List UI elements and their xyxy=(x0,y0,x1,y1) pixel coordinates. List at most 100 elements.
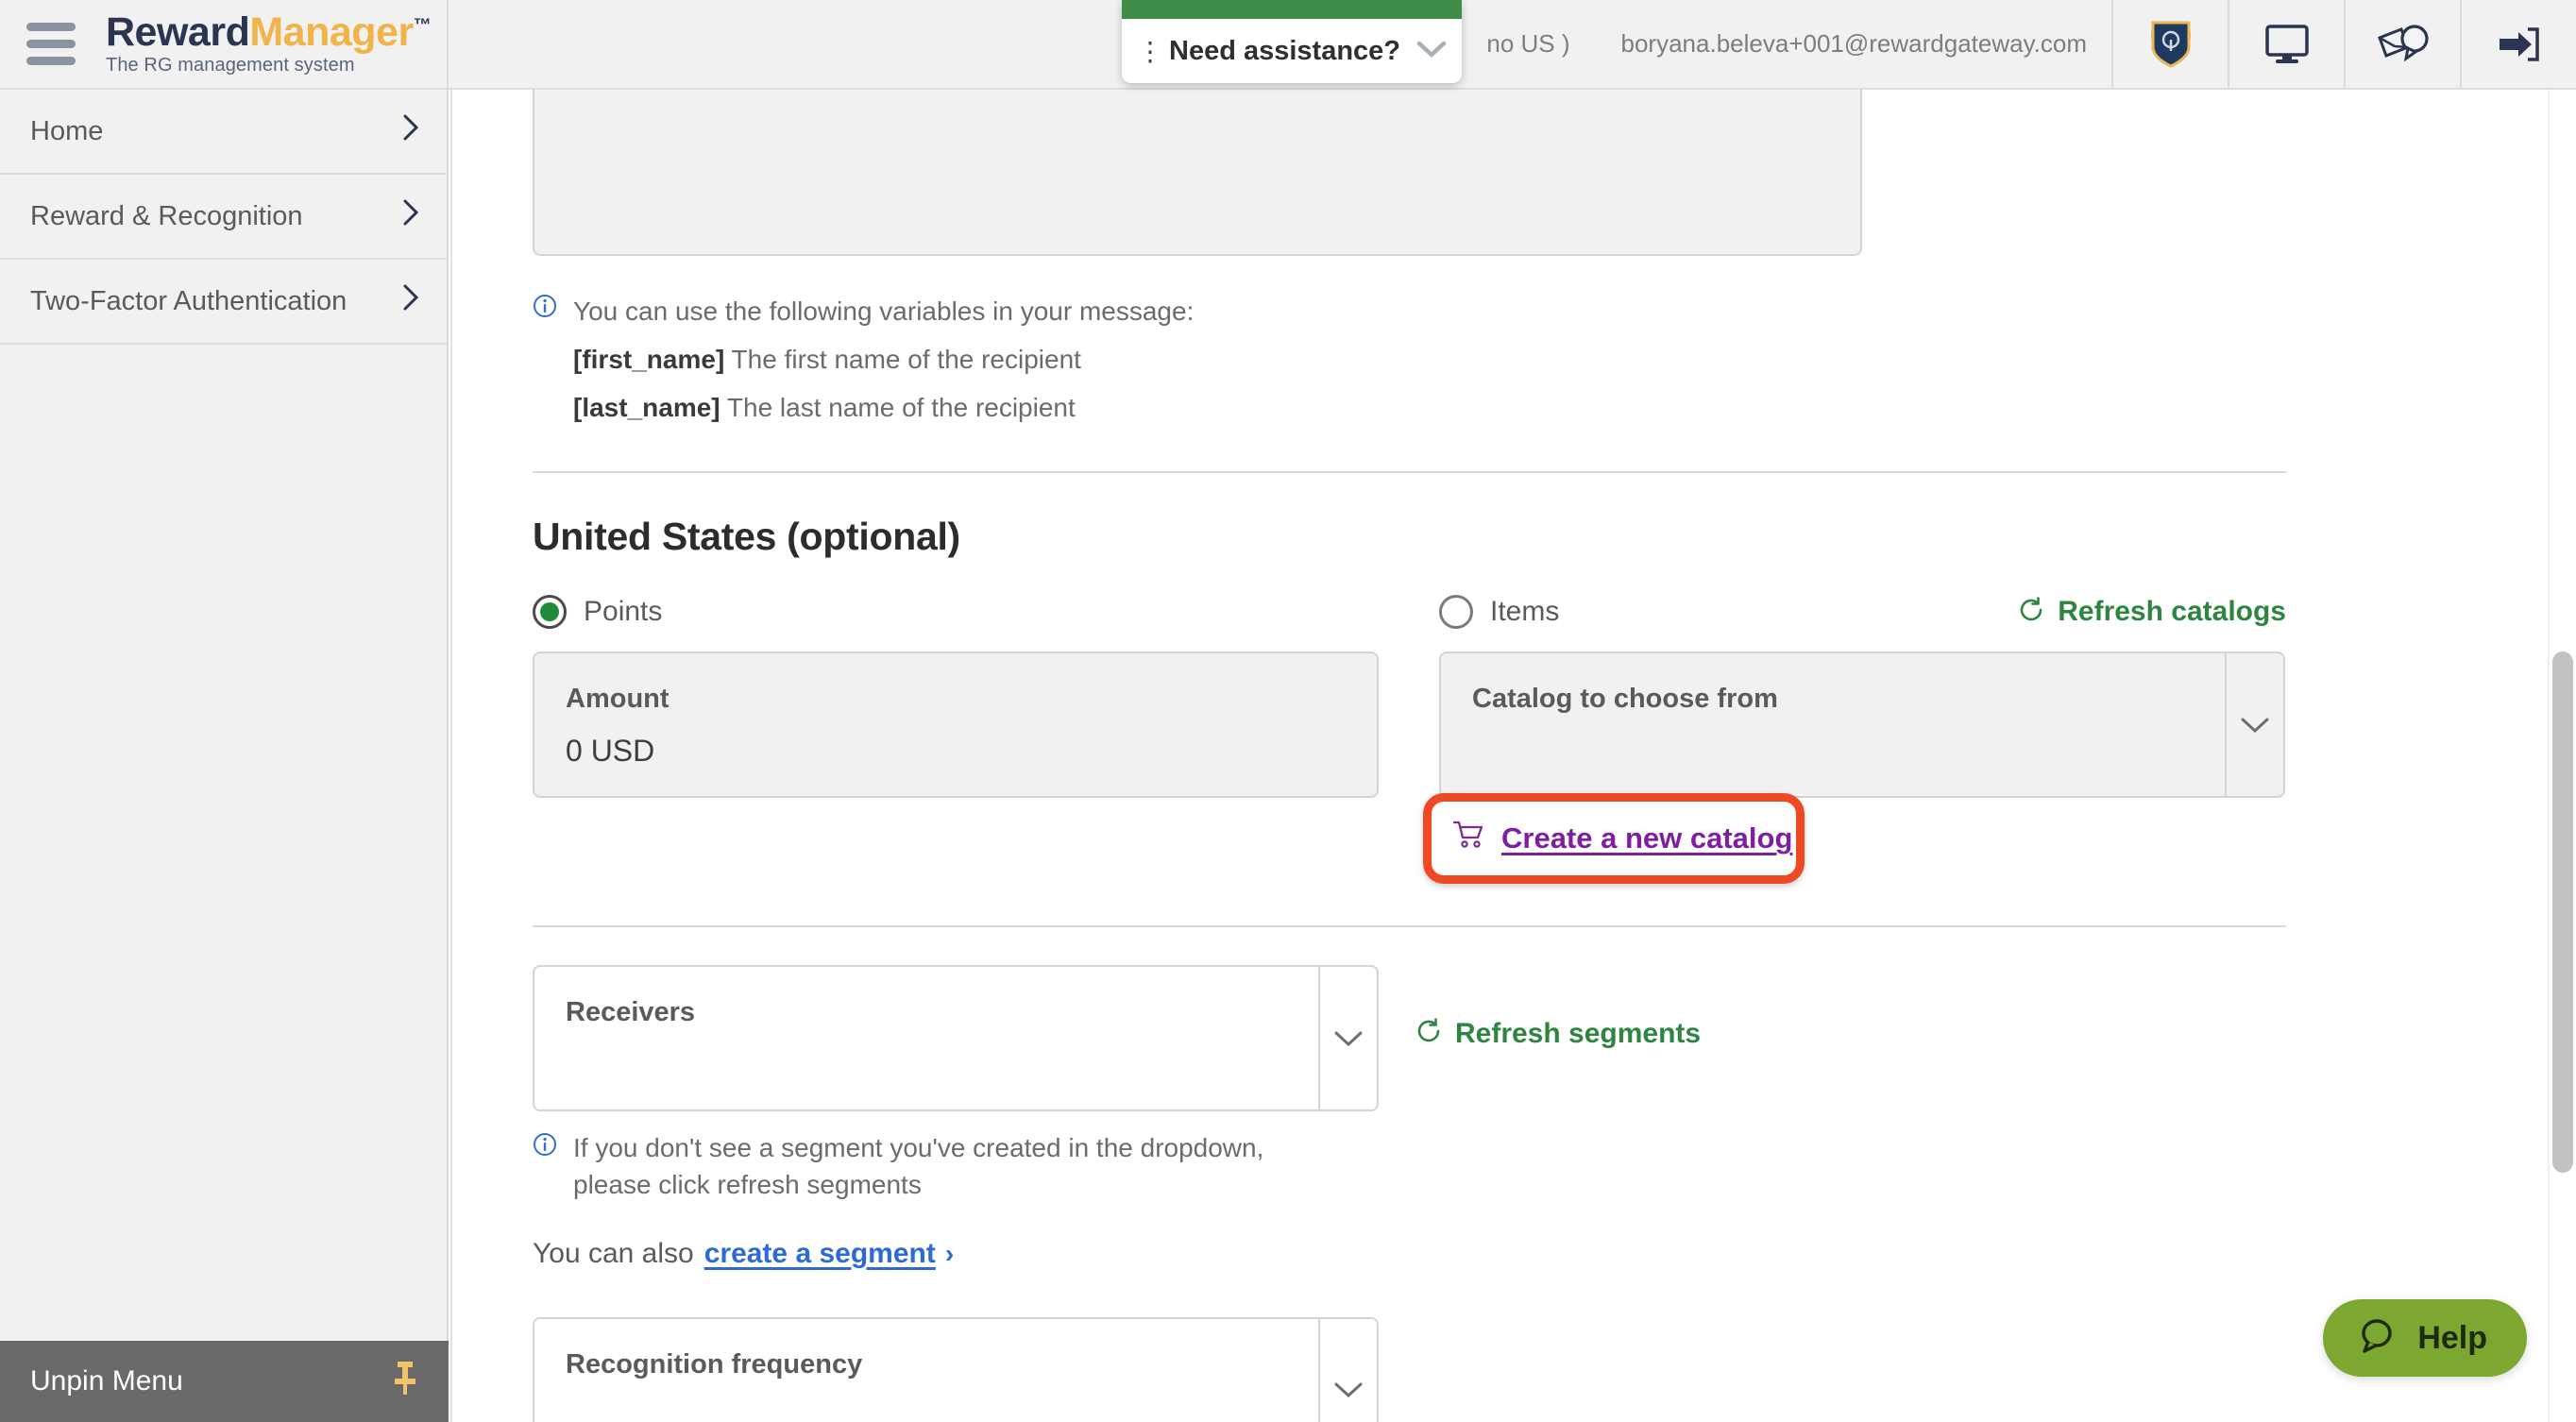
variables-hint-intro: You can use the following variables in y… xyxy=(573,296,1195,326)
sidebar-item-home-label: Home xyxy=(30,115,104,146)
unpin-menu-button[interactable]: Unpin Menu xyxy=(0,1341,449,1422)
chevron-down-icon[interactable] xyxy=(1415,39,1448,64)
app-root: RewardManager™ The RG management system … xyxy=(0,0,2576,1422)
create-catalog-highlight-wrap: Create a new catalog xyxy=(1423,793,1805,885)
refresh-catalogs-button[interactable]: Refresh catalogs xyxy=(2017,596,2286,629)
chevron-right-icon-svg xyxy=(403,199,419,226)
chevron-right-icon-svg xyxy=(403,284,419,311)
chevron-right-icon xyxy=(401,283,420,319)
amount-field-label: Amount xyxy=(566,684,669,715)
message-textarea[interactable] xyxy=(533,90,1862,256)
variable-token-last-name: [last_name] xyxy=(573,392,720,422)
hamburger-menu-icon[interactable] xyxy=(26,23,83,65)
create-segment-link[interactable]: create a segment xyxy=(704,1238,936,1270)
receivers-row: Receivers Refresh segments xyxy=(533,965,2303,1112)
speech-bubble-icon-svg xyxy=(2362,1318,2393,1353)
trademark-symbol: ™ xyxy=(413,15,432,36)
variables-hint-text: You can use the following variables in y… xyxy=(573,294,1194,425)
variable-row-first-name: [first_name] The first name of the recip… xyxy=(573,342,1194,378)
need-assistance-toggle[interactable]: ⋮ Need assistance? xyxy=(1122,19,1462,83)
sidebar: Home Reward & Recognition Two-Factor Aut… xyxy=(0,90,449,1422)
brand-title: RewardManager™ xyxy=(106,8,432,55)
info-circle-icon xyxy=(533,1132,557,1203)
refresh-icon xyxy=(2017,596,2045,629)
variable-token-first-name: [first_name] xyxy=(573,344,725,374)
amount-field[interactable]: Amount 0 USD xyxy=(533,652,1379,799)
amount-field-value: 0 USD xyxy=(566,734,655,769)
need-assistance-popup[interactable]: ⋮ Need assistance? xyxy=(1122,0,1462,83)
refresh-catalogs-label: Refresh catalogs xyxy=(2058,596,2286,628)
catalog-select-chevron-down-icon[interactable] xyxy=(2225,653,2283,797)
reward-type-columns: Points Amount 0 USD Items Refresh catalo… xyxy=(533,593,2303,885)
items-column: Items Refresh catalogs Catalog to choose… xyxy=(1423,593,2286,885)
content-left-edge xyxy=(450,90,452,1422)
segment-hint-text: If you don't see a segment you've create… xyxy=(573,1130,1263,1203)
chevron-down-icon-svg xyxy=(1334,1382,1363,1398)
refresh-icon-svg xyxy=(2020,597,2042,621)
info-circle-icon xyxy=(533,294,557,425)
segment-hint-line1: If you don't see a segment you've create… xyxy=(573,1133,1264,1163)
sidebar-item-home[interactable]: Home xyxy=(0,90,447,175)
monitor-icon[interactable] xyxy=(2228,0,2344,89)
page-scrollbar-thumb[interactable] xyxy=(2552,652,2573,1173)
brand-zone: RewardManager™ The RG management system xyxy=(0,0,449,88)
pushpin-icon[interactable] xyxy=(390,1360,420,1404)
page-scrollbar-track[interactable] xyxy=(2548,90,2576,1422)
variable-desc-last-name: The last name of the recipient xyxy=(726,392,1076,422)
account-context-label: no US ) xyxy=(1486,29,1570,58)
variable-row-last-name: [last_name] The last name of the recipie… xyxy=(573,390,1194,426)
refresh-segments-label: Refresh segments xyxy=(1455,1017,1702,1049)
recognition-frequency-label: Recognition frequency xyxy=(566,1348,863,1380)
brand-logo[interactable]: RewardManager™ The RG management system xyxy=(106,8,432,77)
assistance-dots-icon: ⋮ xyxy=(1137,36,1163,66)
variable-desc-first-name: The first name of the recipient xyxy=(731,344,1081,374)
recognition-frequency-select[interactable]: Recognition frequency xyxy=(533,1316,1379,1422)
recognition-form: You can use the following variables in y… xyxy=(533,90,2303,1422)
refresh-segments-button[interactable]: Refresh segments xyxy=(1415,1017,1701,1050)
info-circle-icon-svg xyxy=(534,1133,556,1157)
points-radio-label: Points xyxy=(584,596,663,628)
chevron-down-icon-svg xyxy=(2241,718,2269,733)
brand-title-manager: Manager xyxy=(249,8,414,55)
section-divider-top xyxy=(533,471,2286,474)
assistance-accent-bar xyxy=(1122,0,1462,19)
variables-hint: You can use the following variables in y… xyxy=(533,294,2303,425)
items-radio[interactable] xyxy=(1439,595,1473,630)
catalog-select[interactable]: Catalog to choose from xyxy=(1439,652,2285,799)
need-assistance-label: Need assistance? xyxy=(1169,35,1401,66)
sidebar-item-two-factor-authentication[interactable]: Two-Factor Authentication xyxy=(0,260,447,345)
points-radio-row[interactable]: Points xyxy=(533,593,1439,631)
top-bar-right: no US ) boryana.beleva+001@rewardgateway… xyxy=(449,0,2576,89)
receivers-select[interactable]: Receivers xyxy=(533,965,1379,1112)
mail-chat-icon-svg xyxy=(2377,24,2429,61)
shopping-cart-icon-svg xyxy=(1452,821,1483,849)
mail-chat-icon[interactable] xyxy=(2344,0,2460,89)
chevron-right-icon xyxy=(401,113,420,149)
receivers-field-wrap: Receivers xyxy=(533,965,1379,1112)
create-new-catalog-label: Create a new catalog xyxy=(1501,821,1793,855)
items-radio-group[interactable]: Items xyxy=(1439,593,1559,631)
pushpin-icon-svg xyxy=(395,1361,415,1395)
receivers-select-chevron-down-icon[interactable] xyxy=(1318,967,1377,1110)
points-column: Points Amount 0 USD xyxy=(533,593,1439,863)
section-divider-bottom xyxy=(533,925,2286,928)
chevron-down-icon-svg xyxy=(1334,1031,1363,1046)
create-new-catalog-link[interactable]: Create a new catalog xyxy=(1449,814,1792,863)
recognition-frequency-chevron-down-icon[interactable] xyxy=(1318,1318,1377,1422)
shield-badge-icon-svg xyxy=(2150,21,2191,68)
help-widget-button[interactable]: Help xyxy=(2323,1299,2527,1377)
login-arrow-icon-svg xyxy=(2499,26,2539,61)
sidebar-item-reward-recognition[interactable]: Reward & Recognition xyxy=(0,175,447,260)
login-arrow-icon[interactable] xyxy=(2460,0,2576,89)
points-radio[interactable] xyxy=(533,595,567,630)
brand-title-reward: Reward xyxy=(106,8,250,55)
chevron-right-icon: › xyxy=(944,1238,955,1268)
shopping-cart-icon xyxy=(1452,821,1485,856)
shield-badge-icon[interactable] xyxy=(2111,0,2228,89)
refresh-icon xyxy=(1415,1017,1443,1050)
create-segment-prefix: You can also xyxy=(533,1237,694,1269)
user-email-label: boryana.beleva+001@rewardgateway.com xyxy=(1620,29,2087,58)
info-circle-icon-svg xyxy=(534,295,556,317)
speech-bubble-icon xyxy=(2357,1316,2397,1361)
help-widget-label: Help xyxy=(2417,1319,2487,1356)
